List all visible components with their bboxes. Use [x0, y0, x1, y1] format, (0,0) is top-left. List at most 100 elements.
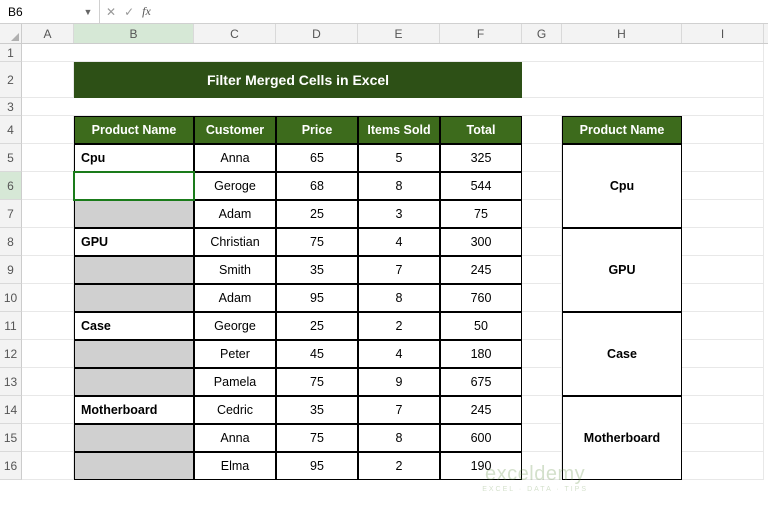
- cell-D5[interactable]: 65: [276, 144, 358, 172]
- side-cpu[interactable]: Cpu: [562, 144, 682, 228]
- cell-A2[interactable]: [22, 62, 74, 98]
- blank-row[interactable]: [22, 98, 764, 116]
- header-items[interactable]: Items Sold: [358, 116, 440, 144]
- cell-C5[interactable]: Anna: [194, 144, 276, 172]
- cell-F7[interactable]: 75: [440, 200, 522, 228]
- cell-G13[interactable]: [522, 368, 562, 396]
- cell-D9[interactable]: 35: [276, 256, 358, 284]
- cell-A7[interactable]: [22, 200, 74, 228]
- cell-B16[interactable]: [74, 452, 194, 480]
- cell-E8[interactable]: 4: [358, 228, 440, 256]
- cell-G15[interactable]: [522, 424, 562, 452]
- cell-B12[interactable]: [74, 340, 194, 368]
- row-5[interactable]: 5: [0, 144, 22, 172]
- cell-E12[interactable]: 4: [358, 340, 440, 368]
- cell-G4[interactable]: [522, 116, 562, 144]
- cell-B5[interactable]: Cpu: [74, 144, 194, 172]
- cell-D12[interactable]: 45: [276, 340, 358, 368]
- cell-F6[interactable]: 544: [440, 172, 522, 200]
- cell-B8[interactable]: GPU: [74, 228, 194, 256]
- col-C[interactable]: C: [194, 24, 276, 43]
- cell-E16[interactable]: 2: [358, 452, 440, 480]
- cell-A5[interactable]: [22, 144, 74, 172]
- cell-F14[interactable]: 245: [440, 396, 522, 424]
- cell-I7[interactable]: [682, 200, 764, 228]
- cell-I15[interactable]: [682, 424, 764, 452]
- cell-I6[interactable]: [682, 172, 764, 200]
- cell-F8[interactable]: 300: [440, 228, 522, 256]
- cell-D11[interactable]: 25: [276, 312, 358, 340]
- cell-E5[interactable]: 5: [358, 144, 440, 172]
- cell-I10[interactable]: [682, 284, 764, 312]
- cell-C9[interactable]: Smith: [194, 256, 276, 284]
- cell-E14[interactable]: 7: [358, 396, 440, 424]
- cell-A9[interactable]: [22, 256, 74, 284]
- cell-A14[interactable]: [22, 396, 74, 424]
- row-7[interactable]: 7: [0, 200, 22, 228]
- cell-F11[interactable]: 50: [440, 312, 522, 340]
- select-all-button[interactable]: [0, 24, 22, 43]
- side-header[interactable]: Product Name: [562, 116, 682, 144]
- row-10[interactable]: 10: [0, 284, 22, 312]
- cell-C16[interactable]: Elma: [194, 452, 276, 480]
- blank[interactable]: [522, 62, 764, 98]
- confirm-icon[interactable]: ✓: [124, 5, 134, 19]
- cell-G16[interactable]: [522, 452, 562, 480]
- cell-C11[interactable]: George: [194, 312, 276, 340]
- row-8[interactable]: 8: [0, 228, 22, 256]
- cell-C15[interactable]: Anna: [194, 424, 276, 452]
- cell-A10[interactable]: [22, 284, 74, 312]
- cell-G12[interactable]: [522, 340, 562, 368]
- cell-B11[interactable]: Case: [74, 312, 194, 340]
- cell-B6-active[interactable]: [74, 172, 194, 200]
- cell-E13[interactable]: 9: [358, 368, 440, 396]
- cell-A4[interactable]: [22, 116, 74, 144]
- cell-D15[interactable]: 75: [276, 424, 358, 452]
- cell-F9[interactable]: 245: [440, 256, 522, 284]
- col-E[interactable]: E: [358, 24, 440, 43]
- cell-F15[interactable]: 600: [440, 424, 522, 452]
- side-case[interactable]: Case: [562, 312, 682, 396]
- cell-D7[interactable]: 25: [276, 200, 358, 228]
- cell-A15[interactable]: [22, 424, 74, 452]
- cell-I12[interactable]: [682, 340, 764, 368]
- cell-E7[interactable]: 3: [358, 200, 440, 228]
- row-15[interactable]: 15: [0, 424, 22, 452]
- formula-input[interactable]: [157, 0, 768, 23]
- cell-E11[interactable]: 2: [358, 312, 440, 340]
- cell-A16[interactable]: [22, 452, 74, 480]
- cell-E9[interactable]: 7: [358, 256, 440, 284]
- row-2[interactable]: 2: [0, 62, 22, 98]
- cell-D10[interactable]: 95: [276, 284, 358, 312]
- name-box-dropdown-icon[interactable]: ▼: [81, 4, 95, 20]
- col-A[interactable]: A: [22, 24, 74, 43]
- name-box[interactable]: B6: [4, 3, 81, 21]
- cell-G14[interactable]: [522, 396, 562, 424]
- cell-D13[interactable]: 75: [276, 368, 358, 396]
- title-cell[interactable]: Filter Merged Cells in Excel: [74, 62, 522, 98]
- row-14[interactable]: 14: [0, 396, 22, 424]
- row-1[interactable]: 1: [0, 44, 22, 62]
- row-11[interactable]: 11: [0, 312, 22, 340]
- cell-C6[interactable]: Geroge: [194, 172, 276, 200]
- cell-C7[interactable]: Adam: [194, 200, 276, 228]
- cell-G8[interactable]: [522, 228, 562, 256]
- row-13[interactable]: 13: [0, 368, 22, 396]
- header-customer[interactable]: Customer: [194, 116, 276, 144]
- cancel-icon[interactable]: ✕: [106, 5, 116, 19]
- cell-I8[interactable]: [682, 228, 764, 256]
- cell-F13[interactable]: 675: [440, 368, 522, 396]
- cell-C13[interactable]: Pamela: [194, 368, 276, 396]
- cell-A8[interactable]: [22, 228, 74, 256]
- cell-E10[interactable]: 8: [358, 284, 440, 312]
- col-F[interactable]: F: [440, 24, 522, 43]
- cell-A13[interactable]: [22, 368, 74, 396]
- cell-D14[interactable]: 35: [276, 396, 358, 424]
- cell-I14[interactable]: [682, 396, 764, 424]
- side-motherboard[interactable]: Motherboard: [562, 396, 682, 480]
- cell-E15[interactable]: 8: [358, 424, 440, 452]
- cell-B10[interactable]: [74, 284, 194, 312]
- cell-G9[interactable]: [522, 256, 562, 284]
- cell-B13[interactable]: [74, 368, 194, 396]
- cell-A6[interactable]: [22, 172, 74, 200]
